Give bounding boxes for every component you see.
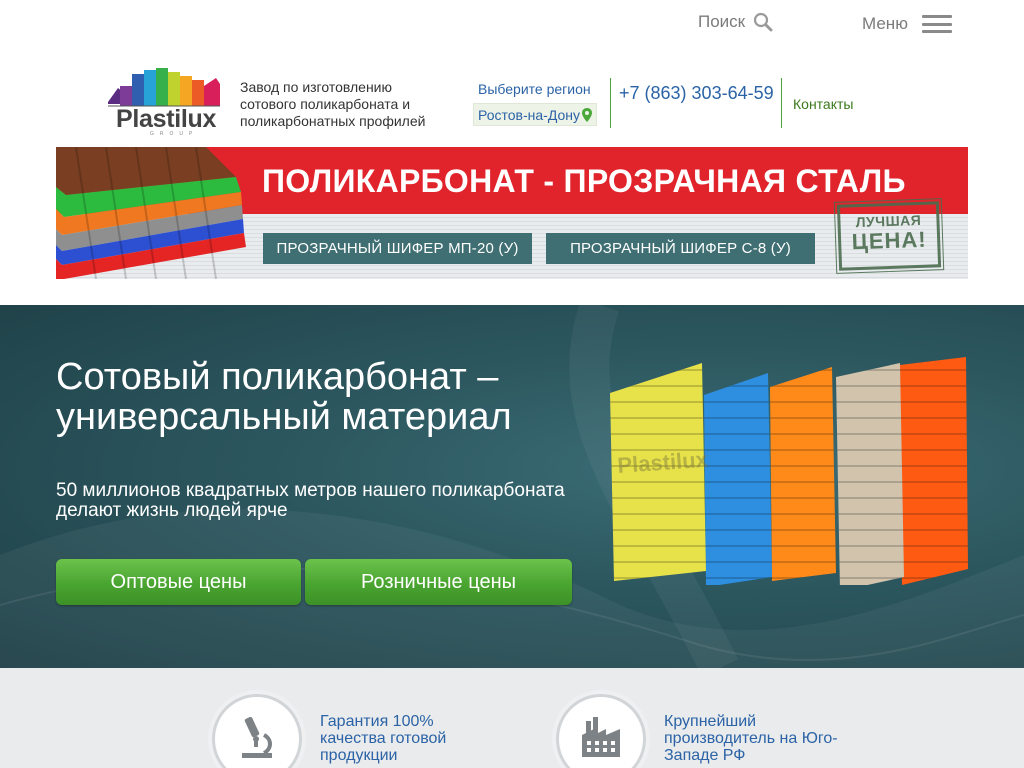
location-pin-icon: [582, 107, 592, 122]
contacts-label: Контакты: [793, 96, 854, 112]
promo-title: ПОЛИКАРБОНАТ - ПРОЗРАЧНАЯ СТАЛЬ: [262, 163, 906, 199]
promo-slate-mp20-button[interactable]: ПРОЗРАЧНЫЙ ШИФЕР МП-20 (У): [263, 233, 532, 264]
feature-producer-text: Крупнейший производитель на Юго-Западе Р…: [664, 713, 838, 764]
search-icon: [754, 12, 773, 32]
retail-prices-button[interactable]: Розничные цены: [305, 559, 572, 605]
hero-subtitle: 50 миллионов квадратных метров нашего по…: [56, 480, 565, 521]
search-label: Поиск: [698, 12, 746, 31]
features-strip: Гарантия 100% качества готовой продукции…: [0, 668, 1024, 768]
corrugated-sheets-image: [56, 147, 246, 279]
search-button[interactable]: Поиск: [698, 12, 773, 32]
header-divider: [781, 78, 782, 128]
header-divider: [610, 78, 611, 128]
menu-button[interactable]: Меню: [862, 14, 952, 34]
contacts-button[interactable]: Контакты: [783, 80, 875, 128]
feature-circle: [556, 694, 646, 768]
promo-banner[interactable]: ПОЛИКАРБОНАТ - ПРОЗРАЧНАЯ СТАЛЬ ПРОЗРАЧН…: [56, 147, 968, 279]
logo-subtext: GROUP: [150, 131, 199, 137]
region-label: Выберите регион: [478, 81, 591, 97]
factory-icon: [582, 717, 620, 757]
wholesale-prices-button[interactable]: Оптовые цены: [56, 559, 301, 605]
region-selector[interactable]: Ростов-на-Дону: [473, 103, 597, 126]
hero-section: Сотовый поликарбонат – универсальный мат…: [0, 305, 1024, 668]
feature-circle: [212, 694, 302, 768]
phone-number-link[interactable]: +7 (863) 303-64-59: [619, 83, 774, 104]
company-tagline: Завод по изготовлению сотового поликарбо…: [240, 79, 426, 129]
microscope-icon: [242, 716, 272, 758]
promo-slate-c8-button[interactable]: ПРОЗРАЧНЫЙ ШИФЕР С-8 (У): [546, 233, 815, 264]
stamp-line2: ЦЕНА!: [851, 226, 927, 255]
best-price-stamp: ЛУЧШАЯ ЦЕНА!: [833, 198, 945, 274]
polycarbonate-panels-image: Plastilux: [610, 357, 968, 585]
region-value: Ростов-на-Дону: [478, 106, 580, 123]
hamburger-icon: [921, 15, 952, 33]
logo-text: Plastilux: [116, 105, 217, 133]
hero-title: Сотовый поликарбонат – универсальный мат…: [56, 356, 512, 438]
menu-label: Меню: [862, 14, 908, 33]
feature-quality-text: Гарантия 100% качества готовой продукции: [320, 713, 447, 764]
